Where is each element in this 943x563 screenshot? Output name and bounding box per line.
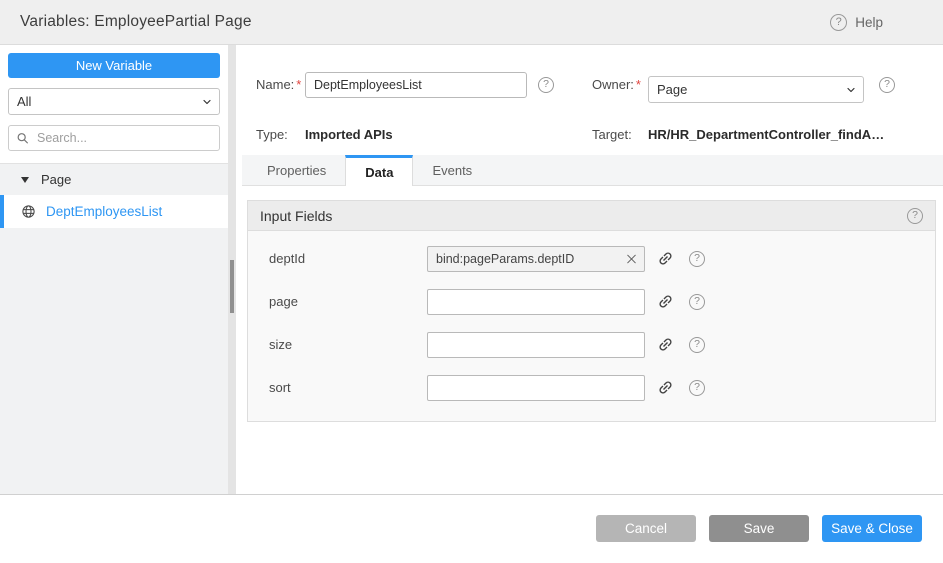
bind-link-icon[interactable] <box>657 336 674 353</box>
field-label: sort <box>269 380 427 395</box>
name-label: Name:* <box>256 77 305 92</box>
help-label: Help <box>855 15 883 30</box>
bind-link-icon[interactable] <box>657 379 674 396</box>
form-row-2: Type: Imported APIs Target: HR/HR_Depart… <box>256 127 929 142</box>
field-label: deptId <box>269 251 427 266</box>
field-label: size <box>269 337 427 352</box>
save-button[interactable]: Save <box>709 515 809 542</box>
save-close-button[interactable]: Save & Close <box>822 515 922 542</box>
variables-tree: Page DeptEmployeesList <box>0 163 228 494</box>
bind-link-icon[interactable] <box>657 293 674 310</box>
field-row-page: page ? <box>248 280 935 323</box>
owner-help-icon[interactable]: ? <box>879 77 895 93</box>
sidebar: New Variable All <box>0 45 228 494</box>
owner-label: Owner:* <box>592 77 648 92</box>
tabbar: Properties Data Events <box>242 155 943 186</box>
tab-data[interactable]: Data <box>345 155 413 186</box>
cancel-button[interactable]: Cancel <box>596 515 696 542</box>
required-asterisk: * <box>636 77 641 92</box>
filter-select[interactable]: All <box>8 88 220 115</box>
type-field-cell: Type: Imported APIs <box>256 127 592 142</box>
sort-input-wrap <box>427 375 645 401</box>
filter-select-wrap: All <box>8 88 220 115</box>
owner-select[interactable]: Page <box>648 76 864 103</box>
size-input-wrap <box>427 332 645 358</box>
deptid-input[interactable] <box>427 246 645 272</box>
dialog-footer: Cancel Save Save & Close <box>0 494 943 563</box>
data-tab-content: Input Fields ? deptId <box>242 186 943 494</box>
required-asterisk: * <box>296 77 301 92</box>
field-row-size: size ? <box>248 323 935 366</box>
name-help-icon[interactable]: ? <box>538 77 554 93</box>
input-fields-title: Input Fields <box>260 208 332 224</box>
clear-binding-icon[interactable] <box>623 250 640 267</box>
tree-item-label: DeptEmployeesList <box>46 204 162 219</box>
titlebar: Variables: EmployeePartial Page ? Help <box>0 0 943 45</box>
type-value: Imported APIs <box>305 127 393 142</box>
owner-select-wrap: Page <box>648 76 864 103</box>
variables-dialog: Variables: EmployeePartial Page ? Help N… <box>0 0 943 563</box>
field-help-icon[interactable]: ? <box>689 251 705 267</box>
search-wrap <box>8 125 220 151</box>
search-input[interactable] <box>8 125 220 151</box>
input-fields-help-icon[interactable]: ? <box>907 208 923 224</box>
target-value: HR/HR_DepartmentController_findAss… <box>648 127 888 142</box>
dialog-body: New Variable All <box>0 45 943 494</box>
page-input[interactable] <box>427 289 645 315</box>
tree-item-deptemployeeslist[interactable]: DeptEmployeesList <box>0 195 228 228</box>
variable-form: Name:* ? Owner:* Page <box>242 45 943 155</box>
field-row-sort: sort ? <box>248 366 935 409</box>
target-field-cell: Target: HR/HR_DepartmentController_findA… <box>592 127 929 142</box>
field-row-deptid: deptId ? <box>248 237 935 280</box>
input-fields-rows: deptId ? <box>248 231 935 421</box>
search-icon <box>16 132 29 145</box>
tree-group-label: Page <box>41 172 71 187</box>
page-input-wrap <box>427 289 645 315</box>
caret-down-icon <box>21 177 29 183</box>
size-input[interactable] <box>427 332 645 358</box>
input-fields-header: Input Fields ? <box>248 201 935 231</box>
type-label: Type: <box>256 127 305 142</box>
scrollbar-thumb[interactable] <box>230 260 234 313</box>
sort-input[interactable] <box>427 375 645 401</box>
new-variable-button[interactable]: New Variable <box>8 53 220 78</box>
help-link[interactable]: ? Help <box>830 14 883 31</box>
input-fields-panel: Input Fields ? deptId <box>247 200 936 422</box>
sidebar-controls: New Variable All <box>0 45 228 163</box>
page-title: Variables: EmployeePartial Page <box>20 13 252 31</box>
field-label: page <box>269 294 427 309</box>
tree-group-page[interactable]: Page <box>0 164 228 195</box>
name-input[interactable] <box>305 72 527 98</box>
form-row-1: Name:* ? Owner:* Page <box>256 66 929 103</box>
deptid-input-wrap <box>427 246 645 272</box>
field-help-icon[interactable]: ? <box>689 380 705 396</box>
name-field-cell: Name:* ? <box>256 72 592 98</box>
field-help-icon[interactable]: ? <box>689 294 705 310</box>
tab-events[interactable]: Events <box>413 155 491 185</box>
tab-properties[interactable]: Properties <box>248 155 345 185</box>
field-help-icon[interactable]: ? <box>689 337 705 353</box>
bind-link-icon[interactable] <box>657 250 674 267</box>
target-label: Target: <box>592 127 648 142</box>
main-panel: Name:* ? Owner:* Page <box>242 45 943 494</box>
help-icon: ? <box>830 14 847 31</box>
sidebar-scrollbar[interactable] <box>228 45 236 494</box>
owner-field-cell: Owner:* Page ? <box>592 66 929 103</box>
globe-icon <box>21 204 36 219</box>
